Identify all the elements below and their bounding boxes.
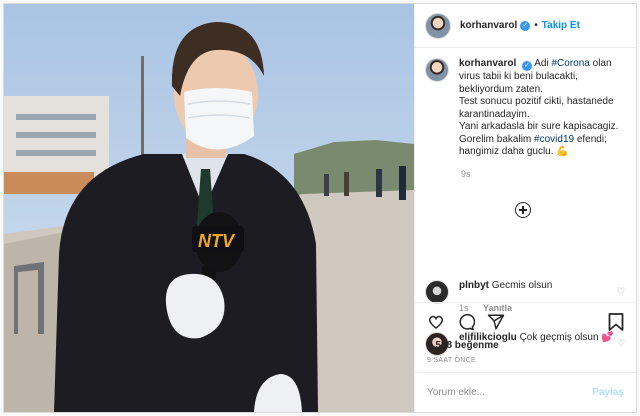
caption-line: Test sonucu pozitif cikti, hastanede kar… bbox=[459, 96, 614, 120]
likes-count[interactable]: 5.588 beğenme bbox=[427, 340, 624, 351]
post-actions: 5.588 beğenme 9 SAAT ÖNCE bbox=[415, 302, 636, 372]
caption-age: 9s bbox=[461, 168, 471, 179]
heart-icon[interactable] bbox=[427, 313, 445, 331]
verified-badge-icon: ✓ bbox=[522, 61, 533, 71]
post-timestamp: 9 SAAT ÖNCE bbox=[427, 357, 476, 364]
comment-icon[interactable] bbox=[457, 313, 475, 331]
caption-part: Gorelim bakalim bbox=[459, 133, 535, 145]
caption-avatar[interactable] bbox=[425, 58, 449, 82]
author-username[interactable]: korhanvarol bbox=[460, 20, 517, 31]
caption-username[interactable]: korhanvarol bbox=[459, 58, 516, 69]
reporter-photo: NTV bbox=[4, 4, 414, 412]
caption-part: Adi bbox=[534, 58, 552, 69]
author-avatar[interactable] bbox=[425, 12, 451, 39]
hashtag-corona[interactable]: #Corona bbox=[552, 58, 590, 69]
bookmark-icon[interactable] bbox=[608, 313, 624, 331]
post-sidebar: korhanvarol ✓ • Takip Et korhanvarol ✓ A… bbox=[414, 4, 636, 412]
caption-line: Yani arkadasla bir sure kapisacagiz. bbox=[459, 121, 619, 132]
ntv-logo: NTV bbox=[198, 231, 236, 251]
instagram-post: NTV korhanvarol ✓ • Takip Et korhanvarol… bbox=[3, 3, 637, 413]
add-comment-bar: Paylaş bbox=[415, 372, 636, 412]
hashtag-covid19[interactable]: #covid19 bbox=[534, 134, 574, 145]
post-photo[interactable]: NTV bbox=[4, 4, 414, 412]
comment-avatar[interactable] bbox=[425, 280, 449, 304]
post-header: korhanvarol ✓ • Takip Et bbox=[415, 4, 636, 48]
comments-section: korhanvarol ✓ Adi #Corona olan virus tab… bbox=[415, 48, 636, 356]
separator-dot: • bbox=[534, 20, 538, 31]
like-comment-heart-icon[interactable]: ♡ bbox=[617, 286, 626, 296]
verified-badge-icon: ✓ bbox=[520, 20, 531, 31]
post-comment-button[interactable]: Paylaş bbox=[592, 387, 624, 398]
comment-input[interactable] bbox=[427, 387, 577, 398]
comment-username[interactable]: plnbyt bbox=[459, 280, 489, 291]
share-icon[interactable] bbox=[487, 313, 505, 331]
follow-button[interactable]: Takip Et bbox=[542, 20, 580, 31]
load-more-comments-icon[interactable] bbox=[515, 202, 531, 218]
comment-text: Gecmis olsun bbox=[491, 280, 553, 291]
caption-text: korhanvarol ✓ Adi #Corona olan virus tab… bbox=[459, 58, 626, 159]
caption: korhanvarol ✓ Adi #Corona olan virus tab… bbox=[425, 58, 626, 159]
